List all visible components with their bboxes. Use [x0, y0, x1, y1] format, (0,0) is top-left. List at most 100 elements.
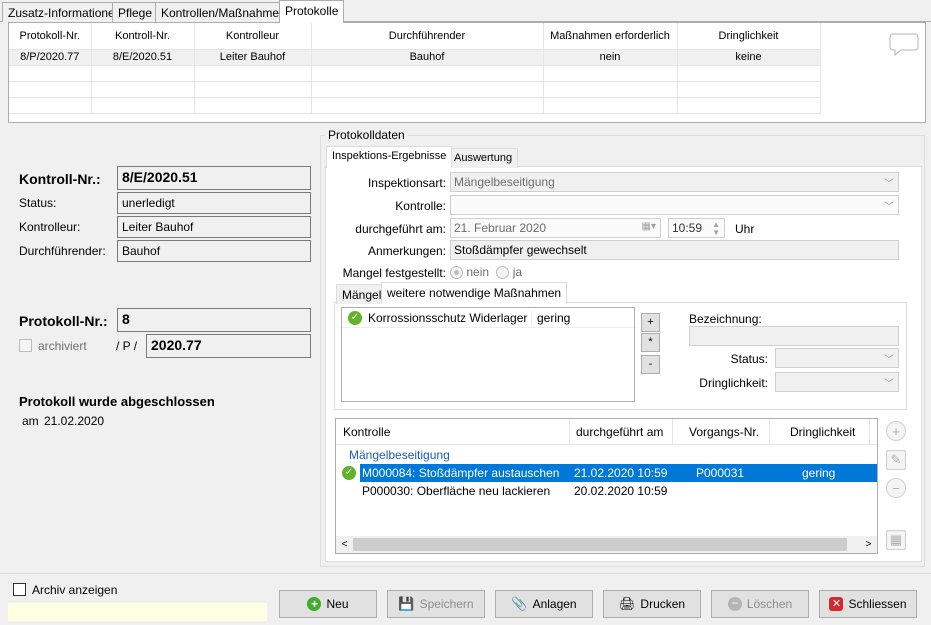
- table-row[interactable]: P000030: Oberfläche neu lackieren 20.02.…: [336, 482, 877, 500]
- table-row[interactable]: 8/P/2020.77 8/E/2020.51 Leiter Bauhof Ba…: [9, 49, 821, 66]
- tab-maengel[interactable]: Mängel: [336, 284, 388, 304]
- col-kontrolleur[interactable]: Kontrolleur: [194, 23, 312, 50]
- anlagen-button[interactable]: 📎 Anlagen: [495, 590, 593, 618]
- bezeichnung-field: [689, 326, 899, 346]
- kontroll-nr-field: 8/E/2020.51: [117, 166, 311, 190]
- cell: nein: [543, 49, 678, 66]
- col-dringlichkeit-lower[interactable]: Dringlichkeit: [770, 419, 870, 445]
- status-bar: [8, 603, 267, 621]
- chevron-down-icon: ﹀: [884, 355, 894, 366]
- paperclip-icon: 📎: [511, 596, 528, 611]
- remove-circle-icon[interactable]: −: [886, 478, 906, 498]
- row-datum: 21.02.2020 10:59: [574, 466, 668, 480]
- table-row[interactable]: ✓ M000084: Stoßdämpfer austauschen 21.02…: [336, 464, 877, 482]
- check-icon: ✓: [342, 466, 356, 480]
- protokoll-grid[interactable]: Protokoll-Nr. Kontroll-Nr. Kontrolleur D…: [8, 22, 926, 123]
- col-massnahmen[interactable]: Maßnahmen erforderlich: [543, 23, 678, 50]
- drucken-button[interactable]: 🖨 Drucken: [603, 590, 701, 618]
- massnahmen-list[interactable]: ✓ Korrossionsschutz Widerlager gering: [341, 307, 635, 402]
- archiv-checkbox[interactable]: [13, 583, 26, 596]
- col-dringlichkeit[interactable]: Dringlichkeit: [677, 23, 821, 50]
- tab-kontrollen-massnahmen[interactable]: Kontrollen/Maßnahmen: [155, 2, 292, 22]
- neu-button[interactable]: + Neu: [279, 590, 377, 618]
- durchgefuehrt-label: durchgeführt am:: [355, 222, 446, 236]
- inspektionsart-select[interactable]: Mängelbeseitigung ﹀: [450, 172, 899, 192]
- footer-divider: [0, 573, 931, 574]
- cell: keine: [677, 49, 821, 66]
- scroll-left-icon[interactable]: <: [336, 539, 353, 550]
- status-label: Status:: [19, 196, 57, 210]
- time-input[interactable]: 10:59 ▲ ▼: [668, 218, 725, 238]
- printer-icon: 🖨: [618, 596, 636, 611]
- archiviert-checkbox[interactable]: [19, 339, 32, 352]
- col-durchfuehrender[interactable]: Durchführender: [311, 23, 544, 50]
- table-row: [9, 65, 821, 82]
- add-icon: +: [307, 597, 322, 611]
- protokoll-nr-label: Protokoll-Nr.:: [19, 313, 108, 329]
- mangel-label: Mangel festgestellt:: [342, 266, 446, 280]
- edit-massnahme-button[interactable]: *: [641, 333, 660, 352]
- loeschen-button[interactable]: − Löschen: [711, 590, 809, 618]
- status-field: unerledigt: [117, 192, 311, 214]
- add-circle-icon[interactable]: +: [886, 421, 906, 441]
- status-select[interactable]: ﹀: [775, 348, 899, 368]
- radio-ja-label: ja: [512, 265, 523, 279]
- abgeschlossen-date: 21.02.2020: [44, 414, 105, 428]
- status-sub-label: Status:: [730, 352, 768, 366]
- horizontal-scrollbar[interactable]: < >: [336, 536, 877, 553]
- speichern-button[interactable]: 💾 Speichern: [387, 590, 485, 618]
- cell: 8/P/2020.77: [9, 49, 92, 66]
- tab-pflege[interactable]: Pflege: [112, 2, 159, 22]
- tab-zusatz-informationen[interactable]: Zusatz-Informationen: [2, 2, 128, 22]
- group-header[interactable]: Mängelbeseitigung: [336, 446, 877, 464]
- list-item[interactable]: ✓ Korrossionsschutz Widerlager gering: [342, 308, 634, 328]
- massnahme-name: Korrossionsschutz Widerlager: [368, 310, 528, 325]
- tab-protokolle[interactable]: Protokolle: [279, 0, 345, 23]
- pencil-icon[interactable]: ✎: [886, 450, 906, 470]
- massnahme-level: gering: [531, 310, 589, 325]
- cell: Leiter Bauhof: [194, 49, 312, 66]
- vorgang-grid[interactable]: Kontrolle durchgeführt am Vorgangs-Nr. D…: [335, 418, 878, 554]
- add-massnahme-button[interactable]: +: [641, 313, 660, 332]
- chevron-down-icon: ﹀: [884, 179, 894, 190]
- tab-auswertung[interactable]: Auswertung: [448, 148, 519, 168]
- row-dringlichkeit: gering: [802, 466, 836, 480]
- check-icon: ✓: [348, 310, 362, 325]
- comment-icon[interactable]: [889, 31, 919, 57]
- row-datum: 20.02.2020 10:59: [574, 484, 668, 498]
- archiv-label: Archiv anzeigen: [32, 583, 118, 597]
- protokoll-nr-field: 8: [117, 308, 311, 332]
- row-kontrolle: P000030: Oberfläche neu lackieren: [362, 484, 551, 498]
- inspektionsart-label: Inspektionsart:: [367, 176, 446, 190]
- chevron-down-icon: ﹀: [884, 202, 894, 213]
- scroll-right-icon[interactable]: >: [860, 539, 877, 550]
- dringlichkeit-select[interactable]: ﹀: [775, 372, 899, 392]
- tab-weitere-massnahmen[interactable]: weitere notwendige Maßnahmen: [381, 282, 568, 304]
- table-row: [9, 81, 821, 98]
- col-kontrolle[interactable]: Kontrolle: [336, 419, 570, 445]
- col-vorgangs-nr[interactable]: Vorgangs-Nr.: [673, 419, 770, 445]
- abgeschlossen-text: Protokoll wurde abgeschlossen: [19, 394, 215, 409]
- col-kontroll-nr[interactable]: Kontroll-Nr.: [91, 23, 195, 50]
- minus-icon: −: [727, 597, 742, 611]
- col-durchgefuehrt[interactable]: durchgeführt am: [570, 419, 673, 445]
- remove-massnahme-button[interactable]: -: [641, 355, 660, 374]
- col-protokoll-nr[interactable]: Protokoll-Nr.: [9, 23, 92, 50]
- tab-inspektions-ergebnisse[interactable]: Inspektions-Ergebnisse: [326, 146, 453, 168]
- grid-header: Kontrolle durchgeführt am Vorgangs-Nr. D…: [336, 419, 877, 445]
- radio-ja[interactable]: [496, 266, 510, 280]
- schliessen-button[interactable]: ✕ Schliessen: [819, 590, 917, 618]
- archiviert-label: archiviert: [38, 339, 87, 353]
- date-picker[interactable]: 21. Februar 2020 ▦▾: [450, 218, 661, 238]
- kontrolle-select[interactable]: ﹀: [450, 195, 899, 215]
- grid-settings-icon[interactable]: ▦: [886, 530, 906, 550]
- close-icon: ✕: [829, 597, 844, 611]
- scroll-thumb[interactable]: [353, 538, 847, 551]
- kontroll-nr-label: Kontroll-Nr.:: [19, 171, 101, 187]
- calendar-icon[interactable]: ▦▾: [642, 221, 656, 232]
- spinner-icon[interactable]: ▲ ▼: [712, 221, 720, 237]
- dringlichkeit-sub-label: Dringlichkeit:: [699, 376, 768, 390]
- radio-nein[interactable]: [450, 266, 463, 280]
- cell: 8/E/2020.51: [91, 49, 195, 66]
- am-label: am: [22, 414, 39, 428]
